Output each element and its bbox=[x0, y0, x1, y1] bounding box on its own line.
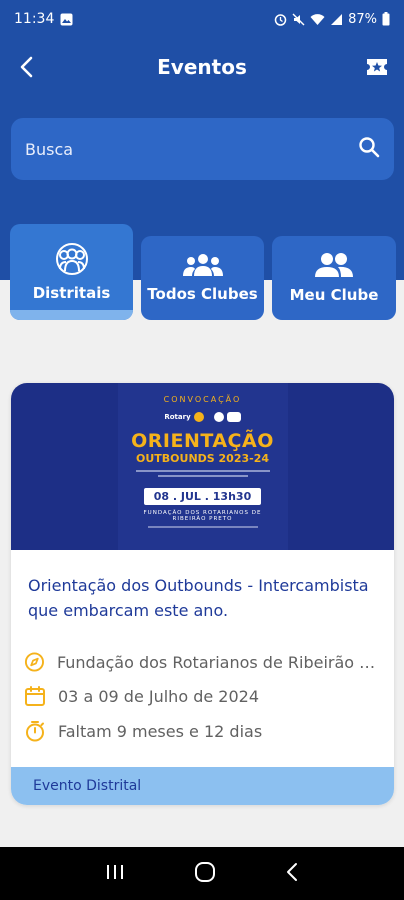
home-circle-icon bbox=[194, 861, 215, 882]
poster-subtitle: OUTBOUNDS 2023-24 bbox=[135, 452, 270, 465]
tab-label: Meu Clube bbox=[289, 286, 379, 304]
recent-apps-icon bbox=[106, 864, 123, 879]
tab-label: Todos Clubes bbox=[147, 285, 258, 303]
poster-place: FUNDAÇÃO DOS ROTARIANOS DE RIBEIRÃO PRET… bbox=[143, 510, 262, 522]
event-card[interactable]: CONVOCAÇÃO Rotary ORIENTAÇÃO OUTBOUNDS 2… bbox=[11, 383, 394, 805]
tab-label: Distritais bbox=[32, 284, 111, 302]
gallery-icon bbox=[60, 13, 73, 26]
home-button[interactable] bbox=[194, 861, 216, 887]
event-category-footer: Evento Distrital bbox=[11, 767, 394, 805]
back-button[interactable] bbox=[12, 52, 42, 82]
poster-title: ORIENTAÇÃO bbox=[131, 430, 274, 452]
poster-heading: CONVOCAÇÃO bbox=[163, 395, 242, 404]
event-location-row: Fundação dos Rotarianos de Ribeirão Pret… bbox=[24, 651, 384, 673]
signal-icon bbox=[330, 13, 343, 26]
event-location: Fundação dos Rotarianos de Ribeirão Pret… bbox=[56, 652, 384, 672]
system-back-button[interactable] bbox=[285, 862, 299, 886]
recent-apps-button[interactable] bbox=[105, 863, 125, 885]
event-poster: CONVOCAÇÃO Rotary ORIENTAÇÃO OUTBOUNDS 2… bbox=[11, 383, 394, 550]
chevron-left-icon bbox=[20, 56, 33, 78]
event-countdown: Faltam 9 meses e 12 dias bbox=[58, 721, 263, 741]
battery-level: 87% bbox=[348, 11, 377, 27]
tab-meu-clube[interactable]: Meu Clube bbox=[272, 236, 396, 320]
poster-description-lines bbox=[128, 469, 278, 483]
tickets-button[interactable] bbox=[364, 54, 390, 80]
search-input[interactable]: Busca bbox=[11, 118, 394, 180]
youth-exchange-logo bbox=[213, 412, 241, 422]
event-filter-tabs: Distritais Todos Clubes Meu Clube bbox=[0, 224, 404, 324]
people-pair-icon bbox=[315, 253, 353, 277]
event-category: Evento Distrital bbox=[33, 778, 142, 794]
ticket-star-icon bbox=[367, 59, 387, 75]
people-group-icon bbox=[182, 254, 223, 276]
chevron-left-icon bbox=[287, 862, 298, 881]
tab-todos-clubes[interactable]: Todos Clubes bbox=[141, 236, 264, 320]
search-icon[interactable] bbox=[358, 136, 380, 162]
alarm-icon bbox=[274, 13, 287, 26]
group-circle-icon bbox=[55, 243, 88, 275]
poster-address-line bbox=[147, 525, 258, 530]
compass-icon bbox=[24, 652, 44, 672]
rotary-logo: Rotary bbox=[164, 412, 204, 422]
wifi-icon bbox=[310, 13, 325, 26]
calendar-icon bbox=[25, 686, 45, 706]
event-countdown-row: Faltam 9 meses e 12 dias bbox=[24, 720, 384, 742]
battery-icon bbox=[382, 12, 390, 26]
status-bar: 11:34 87% bbox=[0, 0, 404, 38]
search-placeholder: Busca bbox=[25, 139, 74, 159]
event-dates: 03 a 09 de Julho de 2024 bbox=[58, 686, 259, 706]
status-time: 11:34 bbox=[14, 11, 55, 27]
tab-distritais[interactable]: Distritais bbox=[10, 224, 133, 320]
event-title[interactable]: Orientação dos Outbounds - Intercambista… bbox=[28, 573, 383, 623]
poster-artwork: CONVOCAÇÃO Rotary ORIENTAÇÃO OUTBOUNDS 2… bbox=[117, 383, 288, 550]
stopwatch-icon bbox=[26, 721, 44, 742]
page-title: Eventos bbox=[157, 55, 247, 79]
mute-icon bbox=[292, 13, 305, 26]
poster-date: 08 . JUL . 13h30 bbox=[143, 488, 262, 505]
top-app-bar: Eventos bbox=[0, 44, 404, 90]
poster-logos: Rotary bbox=[164, 412, 241, 422]
event-dates-row: 03 a 09 de Julho de 2024 bbox=[24, 685, 384, 707]
system-navigation-bar bbox=[0, 847, 404, 900]
